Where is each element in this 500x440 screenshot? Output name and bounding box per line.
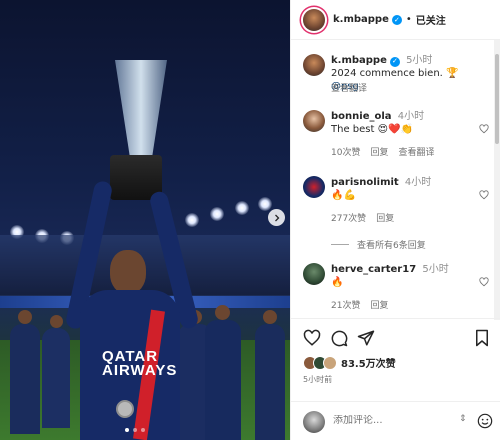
next-image-button[interactable]: [268, 209, 285, 226]
comment-meta: 10次赞 回复 查看翻译: [331, 145, 434, 158]
post-panel: k.mbappe ✓ • 已关注 k.mbappe ✓ 5小时 2024 comm…: [290, 0, 500, 440]
heart-icon[interactable]: [303, 329, 321, 347]
view-replies-label: 查看所有6条回复: [357, 241, 426, 251]
comment-text: 🔥: [331, 277, 344, 288]
caption-emoji: 🏆: [446, 68, 459, 79]
comment-input[interactable]: [333, 415, 453, 426]
likes-row[interactable]: 83.5万次赞: [303, 355, 396, 370]
likes-count[interactable]: 83.5万次赞: [341, 355, 396, 370]
comment-likes[interactable]: 277次赞: [331, 211, 366, 224]
author-username[interactable]: k.mbappe: [333, 14, 389, 25]
share-icon[interactable]: [357, 329, 375, 347]
comment-likes[interactable]: 10次赞: [331, 145, 360, 158]
comment-username[interactable]: parisnolimit: [331, 177, 399, 188]
comment-text: 🔥💪: [331, 190, 356, 201]
medal: [116, 400, 134, 418]
verified-icon: ✓: [391, 14, 402, 25]
caption-username[interactable]: k.mbappe: [331, 55, 387, 66]
trophy-cup: [115, 60, 167, 155]
comment-username[interactable]: bonnie_ola: [331, 111, 392, 122]
comment-time: 4小时: [397, 111, 425, 122]
heart-icon[interactable]: [479, 124, 489, 134]
comment-text-block: bonnie_ola 4小时 The best 😍❤️👏: [331, 110, 469, 136]
caption-meta: 查看翻译: [331, 81, 367, 94]
follow-button[interactable]: 已关注: [416, 12, 446, 27]
heart-icon[interactable]: [479, 277, 489, 287]
emoji-icon[interactable]: [477, 413, 493, 429]
commenter-avatar[interactable]: [303, 176, 325, 198]
resize-handle-icon[interactable]: ⇕: [459, 414, 467, 424]
comment-username[interactable]: herve_carter17: [331, 264, 416, 275]
action-bar: 83.5万次赞 5小时前 ⇕: [291, 318, 500, 440]
author-avatar[interactable]: [303, 8, 325, 31]
separator-dot: •: [405, 14, 412, 25]
see-translation-link[interactable]: 查看翻译: [398, 145, 434, 158]
carousel-dot: [141, 428, 145, 432]
post-image[interactable]: QATAR AIRWAYS: [0, 0, 290, 440]
view-replies-button[interactable]: 查看所有6条回复: [331, 238, 426, 251]
comment-meta: 21次赞 回复: [331, 298, 388, 311]
caption-text: 2024 commence bien.: [331, 68, 443, 79]
caption-time: 5小时: [406, 55, 433, 66]
comment-time: 5小时: [422, 264, 449, 275]
heart-icon[interactable]: [479, 190, 489, 200]
carousel-dot: [125, 428, 129, 432]
carousel-dots: [125, 428, 145, 432]
comment-text: The best 😍❤️👏: [331, 124, 413, 135]
action-icons: [303, 329, 491, 349]
reply-link[interactable]: 回复: [376, 211, 394, 224]
post-time: 5小时前: [303, 375, 333, 384]
reply-link[interactable]: 回复: [370, 298, 388, 311]
comment-time: 4小时: [404, 177, 432, 188]
carousel-dot: [133, 428, 137, 432]
comments-list: k.mbappe ✓ 5小时 2024 commence bien. 🏆 @psg…: [291, 48, 496, 318]
comments-scrollbar[interactable]: [494, 40, 500, 320]
current-user-avatar: [303, 411, 325, 433]
commenter-avatar[interactable]: [303, 263, 325, 285]
shirt-sponsor: QATAR AIRWAYS: [102, 348, 178, 379]
commenter-avatar[interactable]: [303, 110, 325, 132]
reply-link[interactable]: 回复: [370, 145, 388, 158]
comment-text-block: parisnolimit 4小时 🔥💪: [331, 176, 469, 202]
scrollbar-thumb[interactable]: [495, 54, 499, 144]
see-translation-link[interactable]: 查看翻译: [331, 81, 367, 94]
author-avatar[interactable]: [303, 54, 325, 76]
replies-divider: [331, 244, 349, 245]
post-header: k.mbappe ✓ • 已关注: [291, 0, 500, 40]
verified-icon: ✓: [389, 56, 400, 67]
comment-meta: 277次赞 回复: [331, 211, 394, 224]
add-comment-row: ⇕: [291, 401, 500, 440]
comment-text-block: herve_carter17 5小时 🔥: [331, 263, 469, 289]
save-icon[interactable]: [473, 329, 491, 347]
comment-icon[interactable]: [330, 329, 348, 347]
chevron-right-icon: [274, 214, 279, 221]
comment-likes[interactable]: 21次赞: [331, 298, 360, 311]
liker-avatar: [323, 355, 337, 370]
